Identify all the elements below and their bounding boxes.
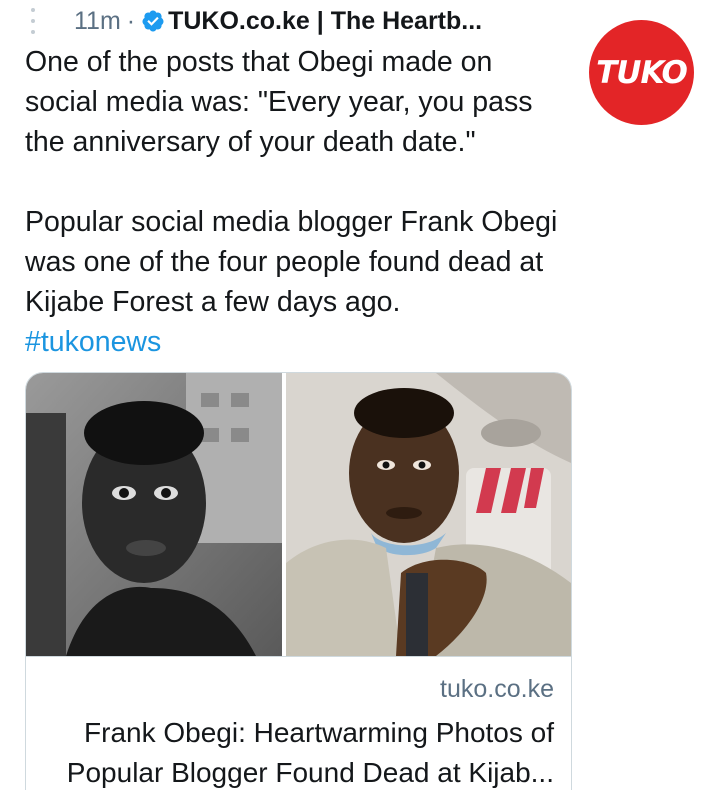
- hashtag-link[interactable]: #tukonews: [25, 326, 161, 358]
- card-photo-right[interactable]: [286, 373, 571, 656]
- tweet[interactable]: 11m · TUKO.co.ke | The Heartb... TUKO On…: [0, 0, 719, 790]
- tweet-paragraph: Popular social media blogger Frank Obegi…: [25, 206, 558, 318]
- tweet-meta: 11m · TUKO.co.ke | The Heartb...: [30, 4, 482, 38]
- tweet-text: One of the posts that Obegi made on soci…: [25, 42, 570, 362]
- avatar-logo-text: TUKO: [596, 54, 688, 91]
- card-photo-left[interactable]: [26, 373, 282, 656]
- card-title-line: Frank Obegi: Heartwarming Photos of: [84, 717, 554, 748]
- verified-badge-icon: [142, 10, 164, 32]
- source-name[interactable]: TUKO.co.ke | The Heartb...: [168, 7, 482, 36]
- card-footer[interactable]: tuko.co.ke Frank Obegi: Heartwarming Pho…: [26, 656, 571, 788]
- link-card[interactable]: tuko.co.ke Frank Obegi: Heartwarming Pho…: [25, 372, 572, 790]
- avatar[interactable]: TUKO: [589, 20, 694, 125]
- card-images[interactable]: [26, 373, 571, 656]
- tweet-timestamp[interactable]: 11m: [74, 7, 121, 36]
- thread-line-icon: [30, 8, 36, 34]
- card-title-line: Popular Blogger Found Dead at Kijab...: [66, 757, 554, 788]
- tweet-paragraph: One of the posts that Obegi made on soci…: [25, 46, 533, 158]
- card-domain: tuko.co.ke: [440, 675, 554, 703]
- meta-separator: ·: [126, 6, 136, 35]
- card-title: Frank Obegi: Heartwarming Photos of Popu…: [29, 713, 554, 790]
